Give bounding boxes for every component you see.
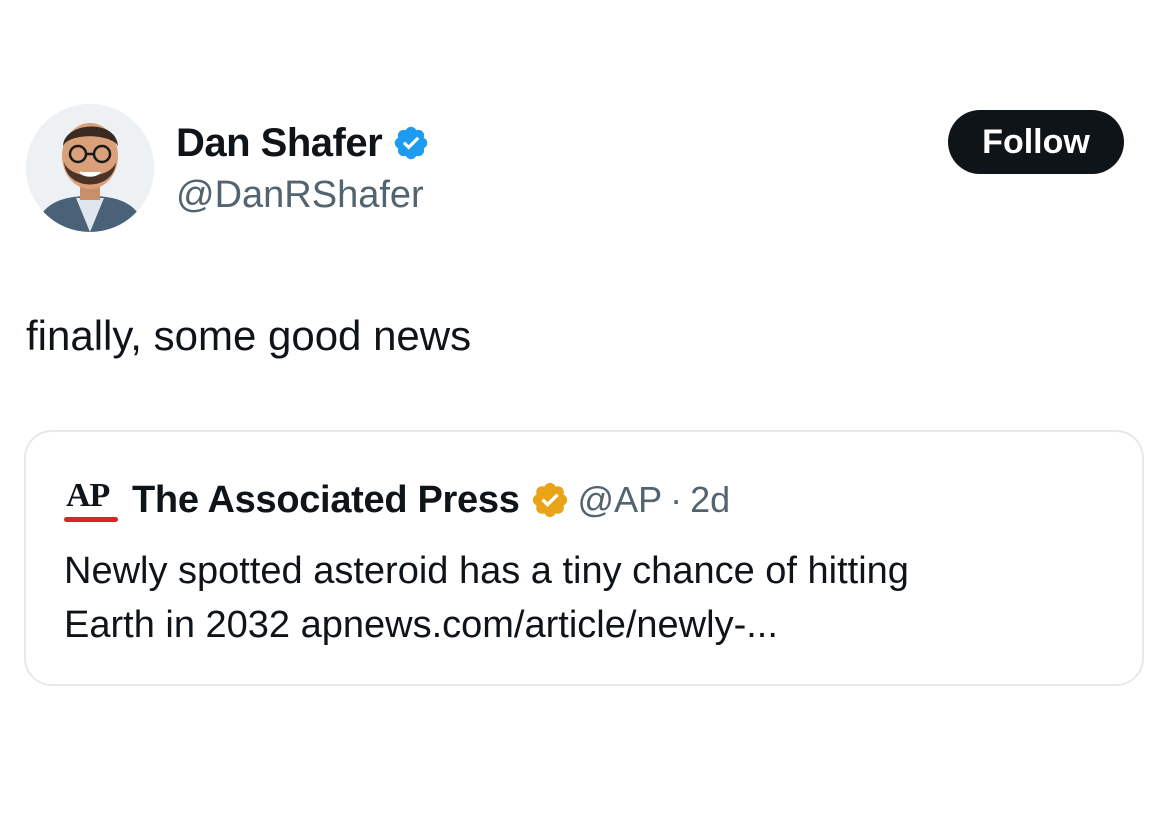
- gold-verified-badge-icon: [530, 480, 570, 520]
- author-name-row: Dan Shafer: [176, 120, 430, 166]
- author-display-name[interactable]: Dan Shafer: [176, 121, 383, 166]
- avatar-image: [26, 104, 154, 232]
- quoted-author-handle[interactable]: @AP: [578, 479, 663, 521]
- author-avatar[interactable]: [26, 104, 154, 232]
- ap-logo-icon[interactable]: AP: [64, 477, 124, 523]
- tweet-text: finally, some good news: [26, 312, 472, 359]
- author-info: Dan Shafer @DanRShafer: [176, 120, 430, 217]
- verified-badge-icon: [392, 124, 430, 162]
- follow-button[interactable]: Follow: [948, 110, 1124, 174]
- quoted-tweet-line-1: Newly spotted asteroid has a tiny chance…: [64, 550, 909, 592]
- quoted-author-name[interactable]: The Associated Press: [132, 479, 520, 522]
- meta-separator: ·: [670, 479, 683, 520]
- quoted-tweet-line-2: Earth in 2032 apnews.com/article/newly-.…: [64, 604, 778, 646]
- author-handle[interactable]: @DanRShafer: [176, 174, 430, 217]
- ap-logo-text: AP: [66, 477, 110, 514]
- ap-logo-underline: [64, 517, 118, 522]
- quoted-tweet-card[interactable]: AP The Associated Press @AP · 2d Newly s…: [24, 430, 1144, 686]
- quoted-tweet-timestamp[interactable]: 2d: [690, 479, 730, 521]
- tweet-container: Dan Shafer @DanRShafer Follow finally, s…: [0, 0, 1170, 824]
- quoted-tweet-body: Newly spotted asteroid has a tiny chance…: [64, 544, 1104, 652]
- quoted-tweet-header: AP The Associated Press @AP · 2d: [64, 476, 730, 524]
